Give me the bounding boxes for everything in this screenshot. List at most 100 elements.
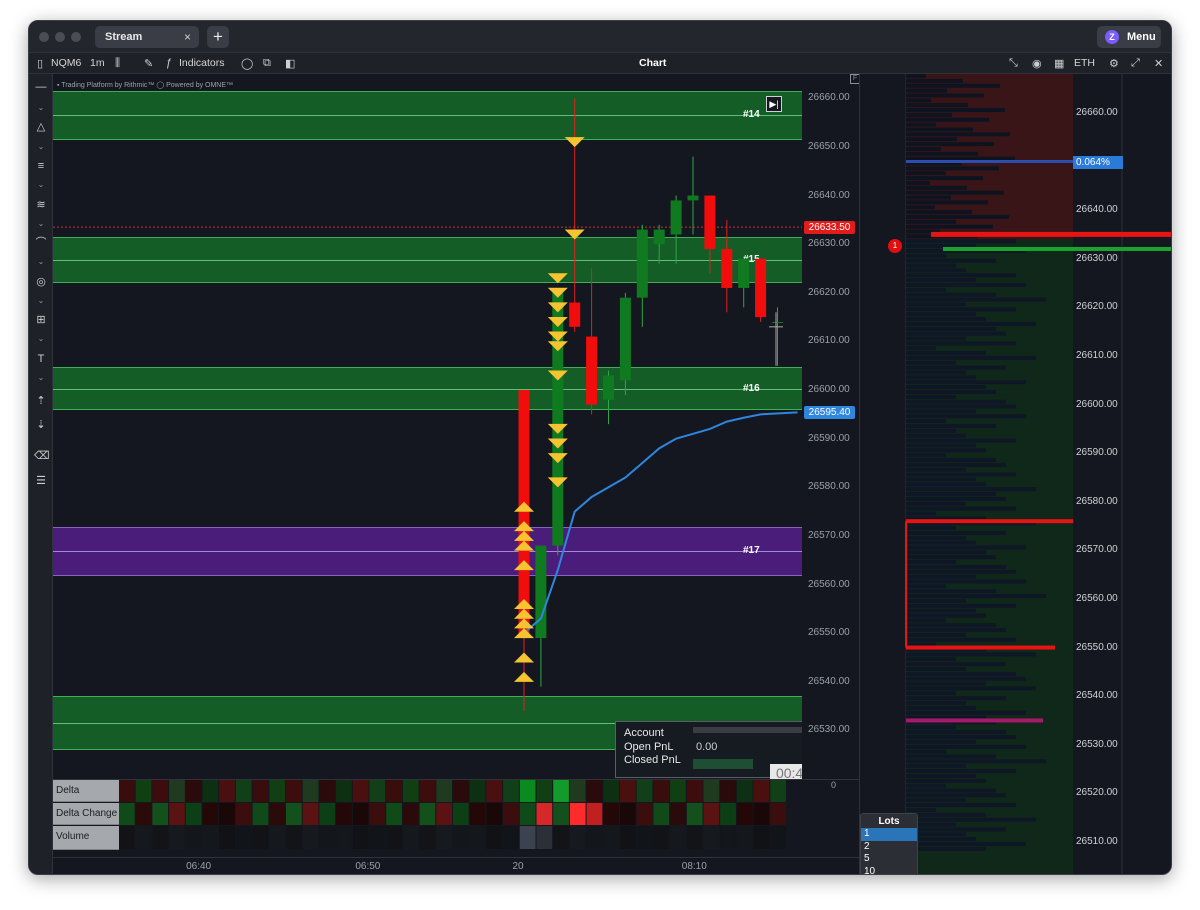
time-axis[interactable]: 06:40 06:50 20 08:10 [53,857,859,874]
indicators-icon[interactable]: ƒ [166,57,172,69]
price-chart[interactable]: #14 #15 #16 #17 ▪ Trading Platform by Rithm… [53,74,802,779]
dom-price-tick: 26620.00 [1076,301,1118,313]
heatmap-cell [670,780,686,802]
dom-volume-bar [906,487,1036,492]
heatmap-cell [753,780,770,802]
dom-volume-bar [906,146,941,151]
shapes-tool-icon[interactable]: ⊞ [34,313,48,327]
heatmap-cell [586,826,603,849]
dom-volume-bar [906,462,1006,467]
sell-marker [547,370,568,381]
heatmap-cell [519,803,536,825]
window-close-control[interactable] [39,32,49,42]
dom-volume-bar [906,103,968,108]
object-list-icon[interactable]: ☰ [34,474,48,488]
dom-volume-bar [906,764,966,769]
close-chart-icon[interactable]: ✕ [1154,57,1163,70]
chevron-down-icon[interactable]: ⌄ [34,101,48,115]
horizontal-line-tool-icon[interactable]: — [34,80,48,94]
fib-tool-icon[interactable]: ≡ [34,159,48,173]
price-tick: 26630.00 [808,238,850,250]
depth-of-market-panel[interactable]: 26660.0026650.0026640.0026630.0026620.00… [860,74,1171,874]
price-axis[interactable]: 26660.00 26650.00 26640.00 26630.00 26620.00… [802,74,859,779]
heatmap-cell [620,826,636,849]
camera-icon[interactable]: ◉ [1032,57,1042,70]
dom-volume-bar [906,317,986,322]
dom-volume-bar [906,78,963,83]
chart-type-icon[interactable]: ⫼ [115,57,120,70]
indicators-button[interactable]: Indicators [179,57,225,69]
collapse-icon[interactable]: ⤡ [1009,57,1018,70]
tab-stream[interactable]: Stream × [95,26,199,48]
fullscreen-icon[interactable]: ⤢ [1131,57,1140,70]
chevron-down-icon[interactable]: ⌄ [34,371,48,385]
indicator-panel: Delta Delta Change Volume 0 0 [53,779,859,857]
heatmap-cell [119,826,135,849]
position-count-badge[interactable]: 1 [888,239,902,253]
pattern-tool-icon[interactable]: ≋ [34,198,48,212]
long-position-tool-icon[interactable]: ⇡ [34,394,48,408]
chevron-down-icon[interactable]: ⌄ [34,332,48,346]
heatmap-cell [269,826,285,849]
interval-selector[interactable]: 1m [90,57,105,69]
heatmap-cell [536,803,553,825]
heatmap-cell [653,780,670,802]
heatmap-cell [185,803,202,825]
target-tool-icon[interactable]: ◎ [34,275,48,289]
device-icon[interactable]: ▯ [37,57,43,70]
curve-tool-icon[interactable]: ⌒ [34,236,48,250]
dom-volume-bar [906,200,988,205]
settings-gear-icon[interactable]: ⚙ [1109,57,1119,70]
draw-pencil-icon[interactable]: ✎ [144,57,153,70]
eraser-tool-icon[interactable]: ⌫ [34,449,50,463]
heatmap-cell [636,826,653,849]
text-tool-icon[interactable]: T [34,352,48,366]
dom-price-tick: 26530.00 [1076,738,1118,750]
heatmap-cell [402,826,419,849]
chevron-down-icon[interactable]: ⌄ [34,140,48,154]
lot-option-5[interactable]: 5 [861,853,917,866]
dom-volume-node [906,645,1055,650]
dom-volume-bar [906,778,986,783]
short-position-tool-icon[interactable]: ⇣ [34,418,48,432]
buy-marker [514,652,534,663]
session-selector[interactable]: ETH [1074,57,1095,69]
lot-option-2[interactable]: 2 [861,841,917,854]
mouse-icon[interactable]: ◯ [241,57,253,70]
symbol-selector[interactable]: NQM6 [51,57,81,69]
chevron-down-icon[interactable]: ⌄ [34,255,48,269]
window-minimize-control[interactable] [55,32,65,42]
layout-icon[interactable]: ⧉ [263,57,271,70]
heatmap-cell [336,780,352,802]
dom-volume-bar [906,827,1006,832]
dom-price-tick: 26630.00 [1076,252,1118,264]
heatmap-cell [519,826,536,849]
lots-selector[interactable]: Lots 12510100 [860,813,918,875]
drawing-tools-sidebar: — ⌄ △ ⌄ ≡ ⌄ ≋ ⌄ ⌒ ⌄ ◎ ⌄ ⊞ ⌄ T ⌄ ⇡ ⇣ ⌫ ☰ [29,74,53,874]
chevron-down-icon[interactable]: ⌄ [34,294,48,308]
tab-close-icon[interactable]: × [184,30,191,44]
lot-option-10[interactable]: 10 [861,866,917,875]
heatmap-cell [569,803,586,825]
chevron-down-icon[interactable]: ⌄ [34,217,48,231]
panel-toggle-icon[interactable]: ◧ [285,57,295,70]
chevron-down-icon[interactable]: ⌄ [34,178,48,192]
dom-volume-bar [906,555,996,560]
dom-volume-bar [906,574,976,579]
new-tab-button[interactable]: + [207,26,229,48]
dom-volume-bar [906,506,1016,511]
price-tick: 26540.00 [808,675,850,687]
heatmap-cell [169,780,185,802]
scroll-to-latest-button[interactable]: ▶| [766,96,782,112]
calendar-icon[interactable]: ▦ [1054,57,1064,70]
triangle-tool-icon[interactable]: △ [34,120,48,134]
heatmap-cell [453,803,469,825]
heatmap-cell [486,803,503,825]
sell-marker [547,302,568,313]
dom-volume-bar [906,783,946,788]
window-zoom-control[interactable] [71,32,81,42]
dom-volume-bar [906,336,966,341]
menu-button[interactable]: Z Menu [1097,26,1161,48]
lot-option-1[interactable]: 1 [861,828,917,841]
heatmap-cell [252,780,269,802]
